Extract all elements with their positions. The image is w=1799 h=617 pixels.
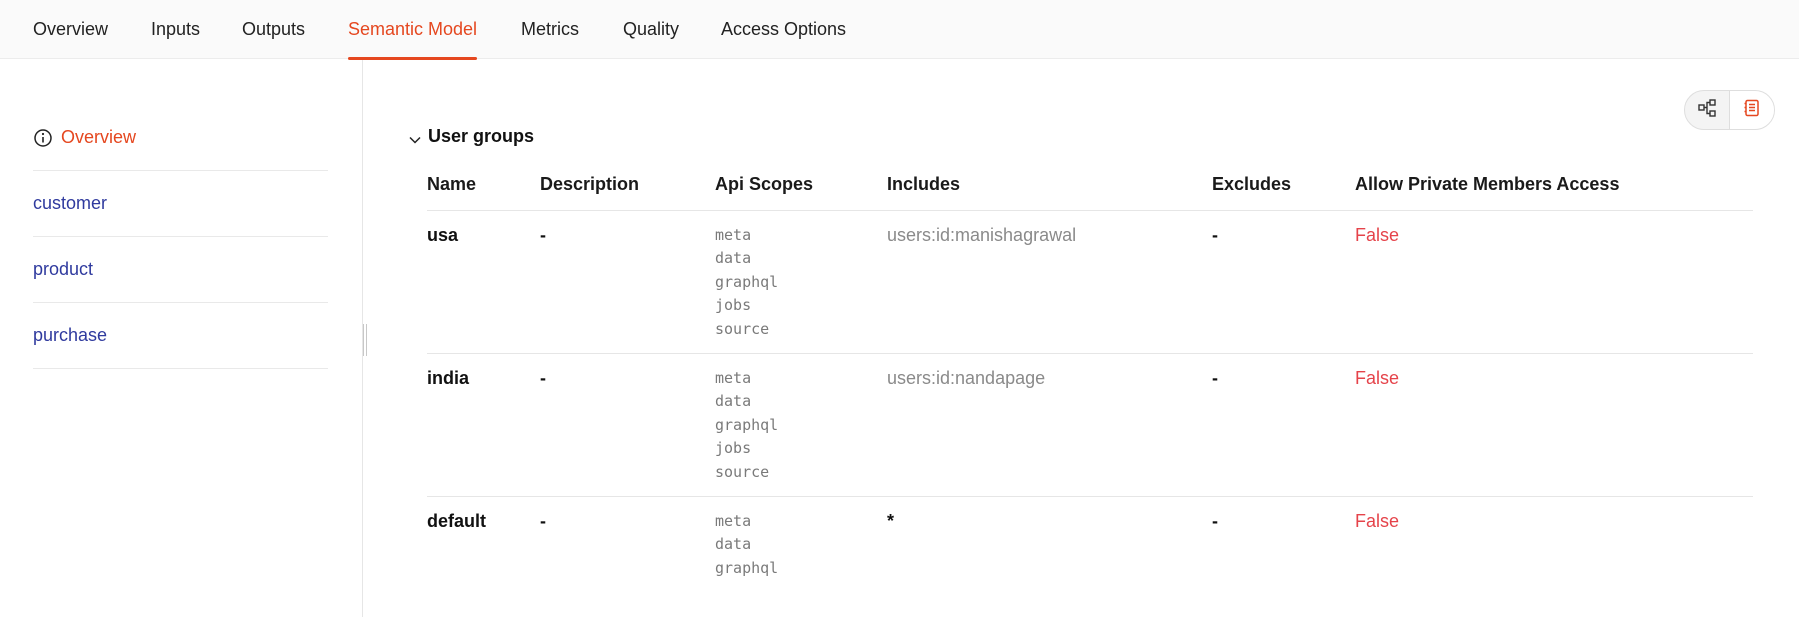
allow-private-value: False (1355, 353, 1753, 497)
group-name: usa (427, 210, 540, 354)
group-includes: users:id:manishagrawal (887, 210, 1212, 354)
allow-private-value: False (1355, 510, 1400, 531)
tab-quality[interactable]: Quality (623, 0, 679, 59)
column-header: Description (540, 160, 715, 211)
section-title: User groups (428, 125, 535, 146)
group-description: - (540, 353, 715, 497)
scope-item: data (715, 249, 752, 267)
user-groups-table: Name Description Api Scopes Includes Exc… (427, 160, 1753, 596)
api-scopes: meta data graphql (715, 496, 887, 596)
sidebar-item-purchase[interactable]: purchase (33, 303, 328, 369)
sidebar-item-label: Overview (61, 127, 137, 147)
tab-outputs[interactable]: Outputs (242, 0, 305, 59)
api-scopes: meta data graphql jobs source (715, 353, 887, 497)
info-icon (33, 128, 53, 148)
column-header: Allow Private Members Access (1355, 160, 1753, 211)
sidebar-item-product[interactable]: product (33, 237, 328, 303)
document-icon (1742, 98, 1762, 123)
scope-item: source (715, 319, 770, 338)
view-toggle (1684, 90, 1775, 130)
scope-item: data (715, 535, 752, 553)
user-groups-toggle[interactable]: User groups (408, 124, 534, 148)
scope-item: meta (715, 368, 752, 387)
allow-private-value: False (1355, 210, 1753, 354)
tab-access-options[interactable]: Access Options (721, 0, 846, 59)
tab-overview[interactable]: Overview (33, 0, 108, 59)
main-panel: User groups Name Description Api Scopes … (364, 60, 1799, 617)
group-excludes: - (1212, 353, 1355, 497)
top-tab-bar: Overview Inputs Outputs Semantic Model M… (0, 0, 1799, 60)
scope-item: graphql (715, 415, 779, 434)
document-view-button[interactable] (1729, 91, 1774, 129)
group-excludes: - (1212, 510, 1218, 531)
scope-item: meta (715, 511, 752, 530)
scope-item: source (715, 462, 770, 481)
tab-inputs[interactable]: Inputs (151, 0, 200, 59)
column-header: Name (427, 160, 540, 211)
graph-icon (1697, 98, 1717, 123)
group-description: - (540, 510, 546, 531)
group-excludes: - (1212, 210, 1355, 354)
group-description: - (540, 210, 715, 354)
sidebar-item-label: purchase (33, 325, 108, 345)
group-name: india (427, 353, 540, 497)
sidebar-item-customer[interactable]: customer (33, 171, 328, 237)
scope-item: data (715, 392, 752, 410)
scope-item: jobs (715, 439, 752, 457)
sidebar-item-label: customer (33, 193, 108, 213)
tab-metrics[interactable]: Metrics (521, 0, 579, 59)
column-header: Includes (887, 160, 1212, 211)
table-header-row: Name Description Api Scopes Includes Exc… (427, 160, 1753, 211)
group-name: default (427, 510, 487, 531)
group-includes: users:id:nandapage (887, 353, 1212, 497)
table-row: india - meta data graphql jobs source us… (427, 353, 1753, 497)
scope-item: graphql (715, 558, 779, 577)
api-scopes: meta data graphql jobs source (715, 210, 887, 354)
column-header: Api Scopes (715, 160, 887, 211)
column-header: Excludes (1212, 160, 1355, 211)
sidebar-item-label: product (33, 259, 94, 279)
sidebar: Overview customer product purchase (0, 60, 363, 617)
scope-item: graphql (715, 272, 779, 291)
chevron-down-icon (408, 131, 422, 145)
tab-semantic-model[interactable]: Semantic Model (348, 0, 478, 60)
scope-item: jobs (715, 296, 752, 314)
graph-view-button[interactable] (1685, 91, 1729, 129)
scope-item: meta (715, 225, 752, 244)
group-includes: * (887, 510, 895, 531)
table-row: default - meta data graphql * - False (427, 496, 1753, 596)
table-row: usa - meta data graphql jobs source user… (427, 210, 1753, 354)
sidebar-item-overview[interactable]: Overview (33, 105, 328, 171)
